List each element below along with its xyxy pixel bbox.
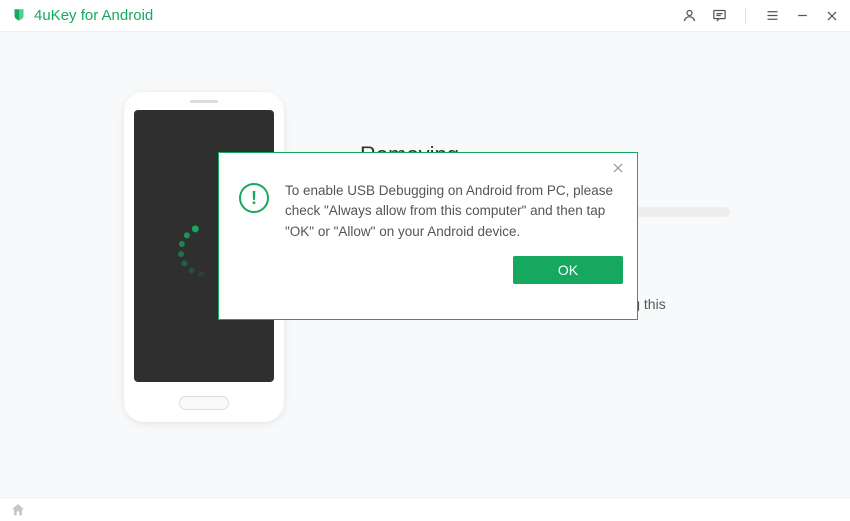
phone-home-button (179, 396, 229, 410)
menu-icon[interactable] (764, 8, 780, 24)
content-area: Removing... Please don't disconnect your… (0, 32, 850, 497)
footer (0, 497, 850, 521)
app-logo: 4uKey for Android (10, 7, 153, 25)
separator (745, 8, 746, 24)
close-icon (611, 161, 625, 175)
minimize-button[interactable] (794, 8, 810, 24)
home-icon (10, 502, 26, 518)
titlebar-actions (681, 8, 840, 24)
feedback-icon[interactable] (711, 8, 727, 24)
usb-debugging-dialog: ! To enable USB Debugging on Android fro… (218, 152, 638, 320)
dialog-close-button[interactable] (611, 161, 627, 177)
phone-speaker (190, 100, 218, 103)
logo-icon (10, 7, 28, 25)
dialog-message: To enable USB Debugging on Android from … (285, 181, 623, 242)
close-window-button[interactable] (824, 8, 840, 24)
user-icon[interactable] (681, 8, 697, 24)
titlebar: 4uKey for Android (0, 0, 850, 32)
app-title: 4uKey for Android (34, 7, 153, 24)
home-button[interactable] (10, 502, 26, 518)
ok-button[interactable]: OK (513, 256, 623, 284)
alert-icon: ! (239, 183, 269, 213)
